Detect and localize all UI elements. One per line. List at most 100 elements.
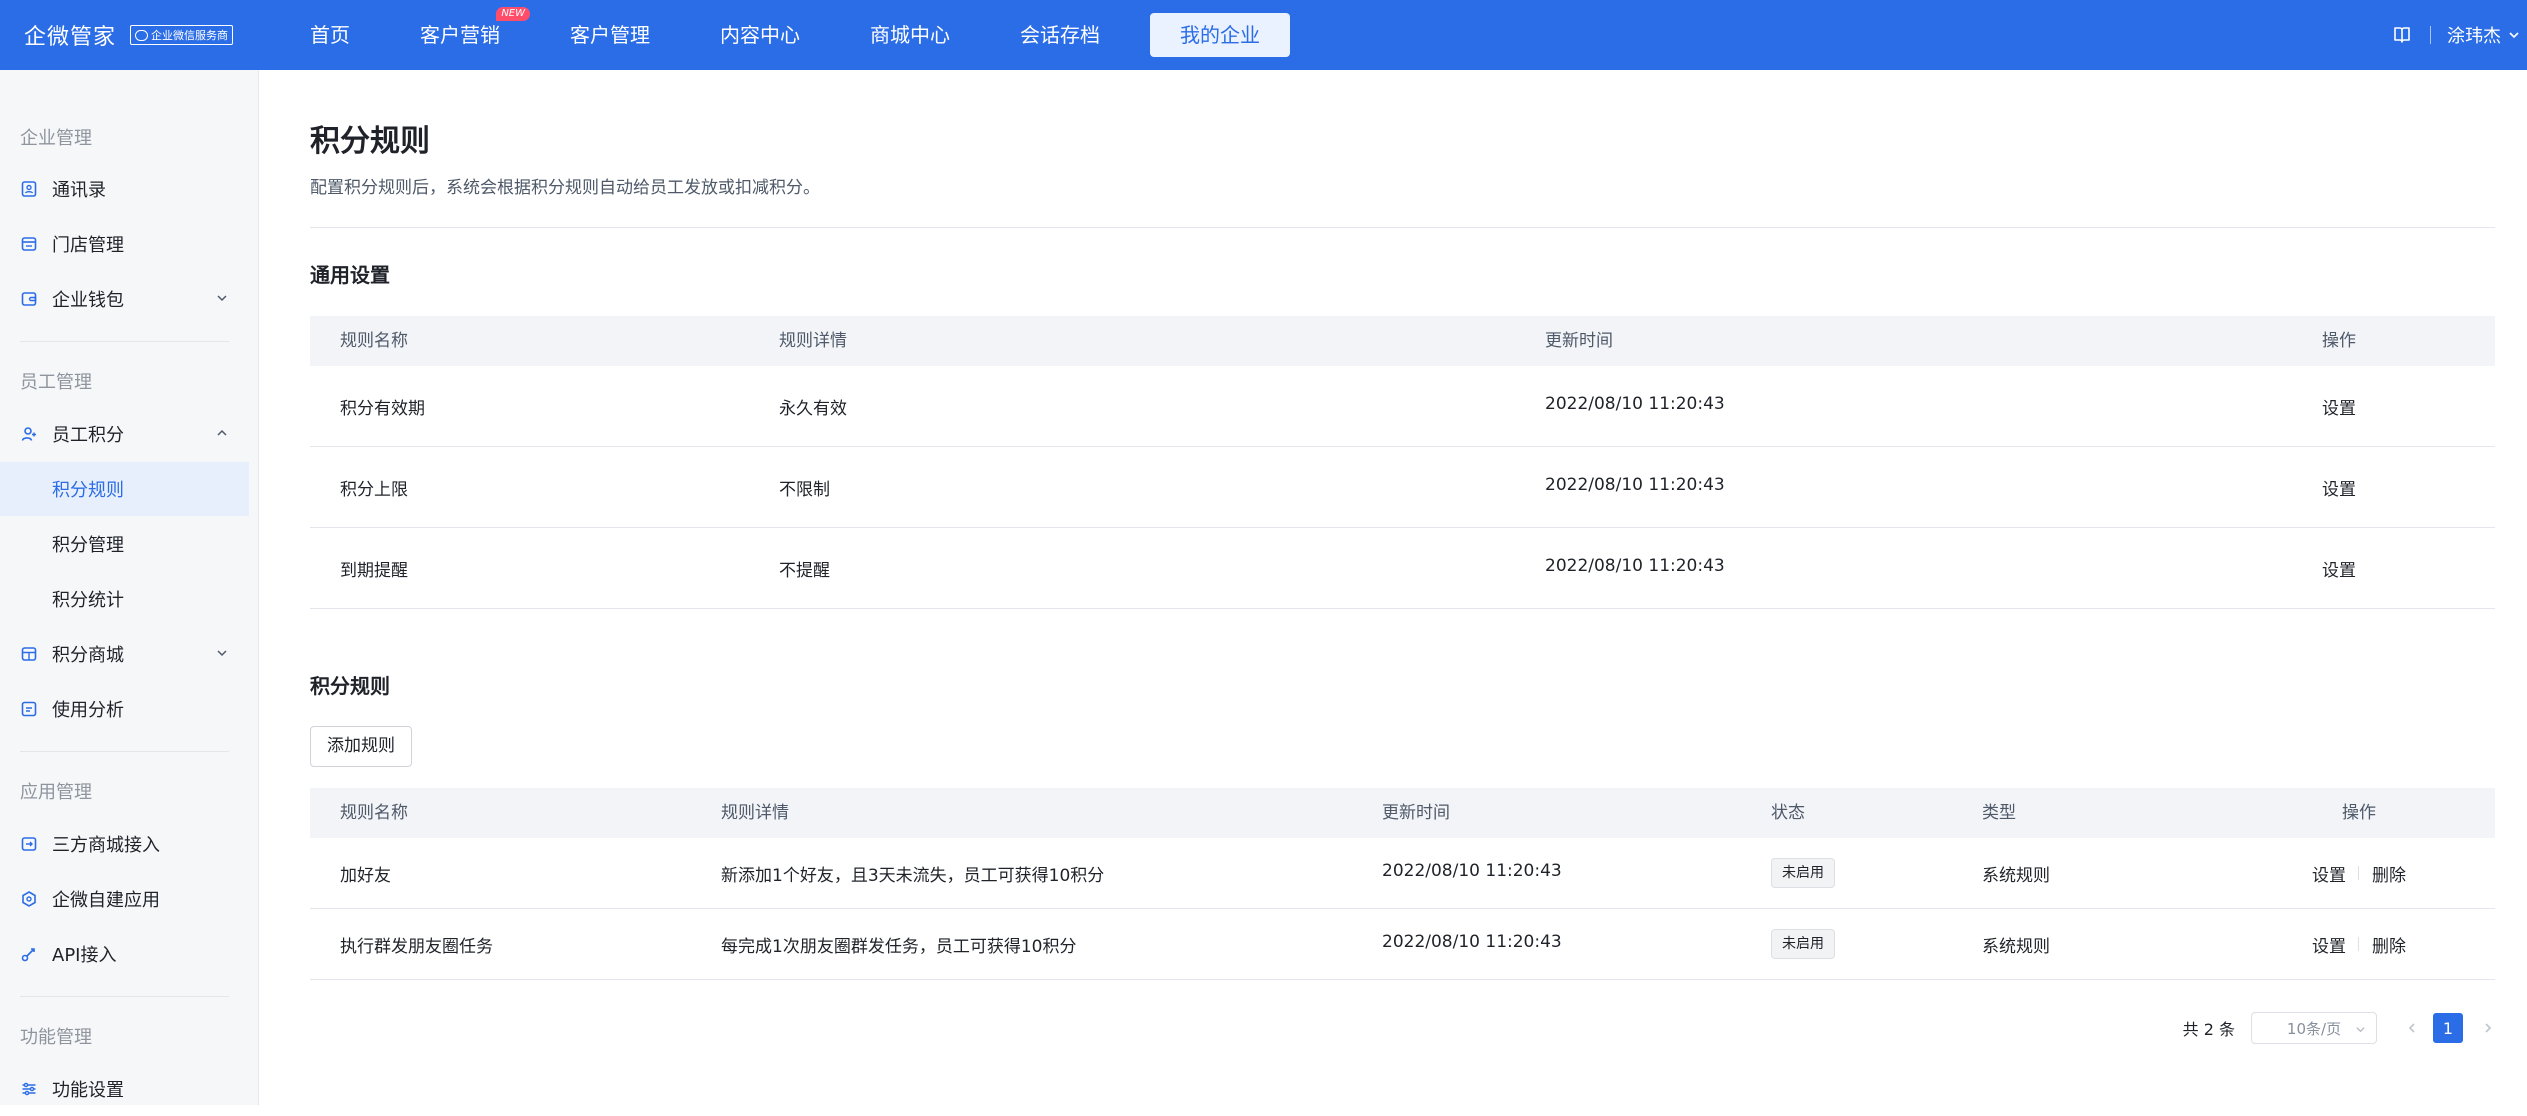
sidebar-item-contacts[interactable]: 通讯录 xyxy=(0,162,249,216)
total-count: 共 2 条 xyxy=(2182,1020,2235,1039)
nav-item-label: 会话存档 xyxy=(1020,23,1100,47)
store-icon xyxy=(21,237,37,251)
nav-item-content-center[interactable]: 内容中心 xyxy=(700,13,820,57)
update-time: 2022/08/10 11:20:43 xyxy=(1545,556,1725,576)
section-title-general: 通用设置 xyxy=(310,263,390,287)
page-number-current[interactable]: 1 xyxy=(2433,1013,2463,1043)
new-badge: NEW xyxy=(496,7,530,21)
delete-link[interactable]: 删除 xyxy=(2372,932,2406,957)
delete-link[interactable]: 删除 xyxy=(2372,861,2406,886)
sidebar-item-label: 企业钱包 xyxy=(52,290,124,311)
points-rules-table: 规则名称 规则详情 更新时间 状态 类型 操作 加好友 新添加1个好友，且3天未… xyxy=(310,788,2495,980)
column-header: 规则名称 xyxy=(340,803,408,823)
rule-detail: 新添加1个好友，且3天未流失，员工可获得10积分 xyxy=(721,866,1105,886)
brand-name: 企微管家 xyxy=(24,25,117,50)
sidebar-group-apps: 应用管理 xyxy=(20,782,92,803)
update-time: 2022/08/10 11:20:43 xyxy=(1382,861,1562,881)
column-header: 操作 xyxy=(2322,331,2356,351)
rule-detail: 不提醒 xyxy=(779,561,830,581)
add-rule-button[interactable]: 添加规则 xyxy=(310,726,412,767)
sidebar-item-label: 通讯录 xyxy=(52,180,106,201)
nav-item-home[interactable]: 首页 xyxy=(290,13,370,57)
table-row: 执行群发朋友圈任务 每完成1次朋友圈群发任务，员工可获得10积分 2022/08… xyxy=(310,909,2495,980)
action-divider xyxy=(2358,937,2359,951)
nav-item-customer-management[interactable]: 客户管理 xyxy=(550,13,670,57)
sidebar-item-points-stats[interactable]: 积分统计 xyxy=(0,572,249,626)
sidebar-item-usage[interactable]: 使用分析 xyxy=(0,682,249,736)
nav-item-mall-center[interactable]: 商城中心 xyxy=(850,13,970,57)
api-link-icon xyxy=(21,948,35,962)
rule-detail: 每完成1次朋友圈群发任务，员工可获得10积分 xyxy=(721,937,1077,957)
user-name[interactable]: 涂玮杰 xyxy=(2447,22,2501,48)
table-header: 规则名称 规则详情 更新时间 操作 xyxy=(310,316,2495,366)
chat-bubble-icon xyxy=(135,29,149,41)
divider xyxy=(310,227,2495,228)
column-header: 类型 xyxy=(1982,803,2016,823)
set-link[interactable]: 设置 xyxy=(2322,556,2356,581)
wallet-icon xyxy=(21,292,37,306)
action-divider xyxy=(2358,866,2359,880)
nav-item-label: 首页 xyxy=(310,23,350,47)
rule-type: 系统规则 xyxy=(1982,937,2050,957)
set-link[interactable]: 设置 xyxy=(2322,475,2356,500)
user-icon xyxy=(21,427,36,441)
prev-page-icon[interactable] xyxy=(2405,1021,2419,1035)
status-badge: 未启用 xyxy=(1771,929,1835,959)
sidebar-item-self-app[interactable]: 企微自建应用 xyxy=(0,872,249,926)
next-page-icon[interactable] xyxy=(2481,1021,2495,1035)
sidebar-item-label: API接入 xyxy=(52,945,117,966)
sidebar-item-staff-points[interactable]: 员工积分 xyxy=(0,407,249,461)
nav-item-my-enterprise[interactable]: 我的企业 xyxy=(1150,13,1290,57)
rule-name: 到期提醒 xyxy=(340,561,408,581)
column-header: 规则名称 xyxy=(340,331,408,351)
chevron-down-icon[interactable] xyxy=(2507,28,2521,42)
nav-item-label: 客户营销 xyxy=(420,23,500,47)
sidebar-item-points-rules[interactable]: 积分规则 xyxy=(0,462,249,516)
nav-item-label: 商城中心 xyxy=(870,23,950,47)
sidebar-item-points-mall[interactable]: 积分商城 xyxy=(0,627,249,681)
table-row: 积分上限 不限制 2022/08/10 11:20:43 设置 xyxy=(310,447,2495,528)
nav-item-label: 我的企业 xyxy=(1180,23,1260,47)
contacts-icon xyxy=(21,181,37,197)
pagination: 共 2 条 10条/页 1 xyxy=(2183,1012,2495,1044)
sidebar-item-third-mall[interactable]: 三方商城接入 xyxy=(0,817,249,871)
sidebar-item-api[interactable]: API接入 xyxy=(0,927,249,981)
page-title: 积分规则 xyxy=(310,124,430,159)
status-badge: 未启用 xyxy=(1771,858,1835,888)
sidebar-item-points-manage[interactable]: 积分管理 xyxy=(0,517,249,571)
rule-name: 执行群发朋友圈任务 xyxy=(340,937,493,957)
sidebar-divider xyxy=(20,341,229,342)
book-icon[interactable] xyxy=(2392,25,2412,45)
sidebar-divider xyxy=(20,996,229,997)
rule-name: 积分有效期 xyxy=(340,399,425,419)
nav-item-chat-archive[interactable]: 会话存档 xyxy=(1000,13,1120,57)
chevron-down-icon xyxy=(2356,1027,2365,1033)
set-link[interactable]: 设置 xyxy=(2312,932,2346,957)
table-header: 规则名称 规则详情 更新时间 状态 类型 操作 xyxy=(310,788,2495,838)
brand-badge: 企业微信服务商 xyxy=(130,25,234,45)
sidebar-item-label: 员工积分 xyxy=(52,425,124,446)
sidebar-item-wallet[interactable]: 企业钱包 xyxy=(0,272,249,326)
update-time: 2022/08/10 11:20:43 xyxy=(1382,932,1562,952)
sidebar-item-feature-settings[interactable]: 功能设置 xyxy=(0,1062,249,1116)
divider xyxy=(2430,26,2431,44)
page-size-select[interactable]: 10条/页 xyxy=(2251,1012,2377,1044)
sidebar-group-staff: 员工管理 xyxy=(20,372,92,393)
rule-name: 积分上限 xyxy=(340,480,408,500)
set-link[interactable]: 设置 xyxy=(2312,861,2346,886)
sidebar-item-stores[interactable]: 门店管理 xyxy=(0,217,249,271)
shop-icon xyxy=(21,647,37,661)
section-title-rules: 积分规则 xyxy=(310,674,390,698)
nav-item-customer-marketing[interactable]: 客户营销 NEW xyxy=(400,7,530,57)
top-navigation-bar: 企微管家 企业微信服务商 首页 客户营销 NEW 客户管理 内容中心 商城中心 … xyxy=(0,0,2527,70)
sidebar-divider xyxy=(20,751,229,752)
top-right-area: 涂玮杰 xyxy=(2392,0,2527,70)
general-settings-table: 规则名称 规则详情 更新时间 操作 积分有效期 永久有效 2022/08/10 … xyxy=(310,316,2495,609)
sidebar-group-features: 功能管理 xyxy=(20,1027,92,1048)
brand[interactable]: 企微管家 企业微信服务商 xyxy=(24,0,234,70)
set-link[interactable]: 设置 xyxy=(2322,394,2356,419)
chevron-down-icon xyxy=(217,295,227,302)
sidebar-group-enterprise: 企业管理 xyxy=(20,128,92,149)
main-nav: 首页 客户营销 NEW 客户管理 内容中心 商城中心 会话存档 我的企业 xyxy=(290,0,1320,70)
column-header: 更新时间 xyxy=(1382,803,1450,823)
